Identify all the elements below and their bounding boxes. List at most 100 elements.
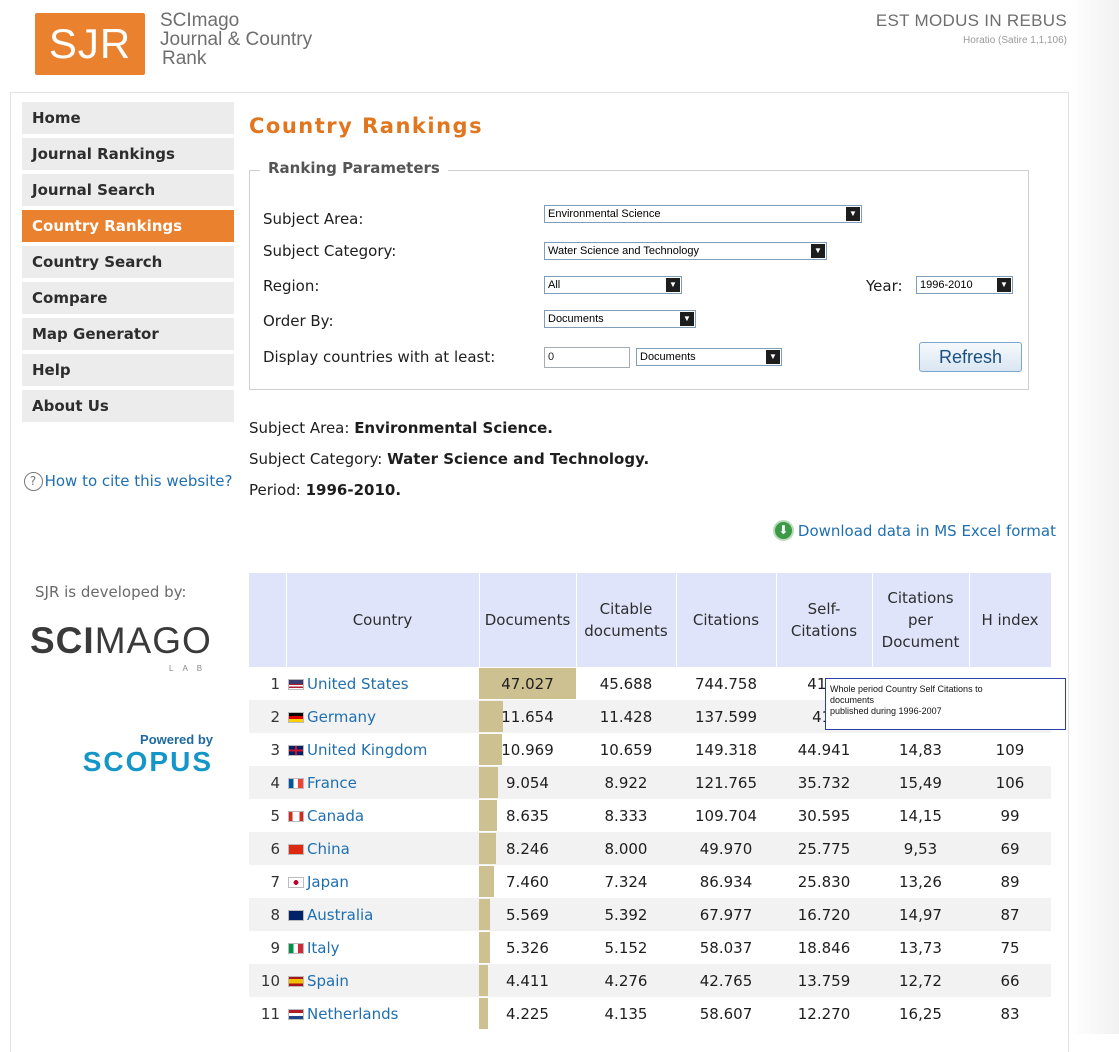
region-select[interactable]: All ▼ — [544, 276, 682, 294]
country-cell: United States — [286, 667, 479, 700]
column-header-h-index[interactable]: H index — [969, 573, 1052, 667]
scopus-logo[interactable]: Powered by SCOPUS — [30, 733, 213, 777]
country-link[interactable]: Australia — [307, 906, 373, 924]
flag-icon — [288, 1008, 304, 1020]
documents-cell: 8.246 — [479, 832, 576, 865]
country-link[interactable]: China — [307, 840, 350, 858]
citations-per-document-cell: 14,97 — [872, 898, 969, 931]
display-unit-select[interactable]: Documents ▼ — [636, 348, 782, 366]
self-citations-cell: 25.830 — [776, 865, 872, 898]
documents-cell: 9.054 — [479, 766, 576, 799]
refresh-button[interactable]: Refresh — [919, 342, 1022, 372]
rank-cell: 2 — [249, 700, 286, 733]
display-countries-label: Display countries with at least: — [263, 348, 496, 366]
nav-home[interactable]: Home — [22, 102, 234, 134]
header: SJR SCImago Journal & Country Rank EST M… — [0, 0, 1119, 88]
logo-wordmark: SCImago Journal & Country Rank — [160, 11, 312, 68]
subject-area-select[interactable]: Environmental Science ▼ — [544, 205, 862, 223]
country-link[interactable]: Netherlands — [307, 1005, 398, 1023]
table-row: 9 Italy 5.326 5.152 58.037 18.846 13,73 75 — [249, 931, 1051, 964]
region-label: Region: — [263, 277, 320, 295]
scimago-logo-rest: MAGO — [94, 620, 212, 661]
tooltip-line-1: Whole period Country Self Citations to — [830, 684, 983, 694]
nav-map-generator[interactable]: Map Generator — [22, 318, 234, 350]
citations-per-document-cell: 15,49 — [872, 766, 969, 799]
subject-category-label: Subject Category: — [263, 242, 397, 260]
subject-area-select-value: Environmental Science — [548, 208, 661, 220]
cite-link[interactable]: How to cite this website? — [45, 472, 233, 490]
country-link[interactable]: Spain — [307, 972, 349, 990]
country-cell: Spain — [286, 964, 479, 997]
nav-about-us[interactable]: About Us — [22, 390, 234, 422]
column-header-citations-per-document[interactable]: Citations per Document — [872, 573, 970, 667]
column-header-citable-documents[interactable]: Citable documents — [576, 573, 677, 667]
citable-documents-cell: 5.152 — [576, 931, 676, 964]
country-link[interactable]: Japan — [307, 873, 349, 891]
country-cell: Canada — [286, 799, 479, 832]
rank-cell: 4 — [249, 766, 286, 799]
order-by-select[interactable]: Documents ▼ — [544, 310, 696, 328]
citations-cell: 86.934 — [676, 865, 776, 898]
citations-cell: 121.765 — [676, 766, 776, 799]
documents-bar — [479, 866, 495, 897]
download-excel[interactable]: ⬇ Download data in MS Excel format — [772, 520, 1056, 541]
flag-icon — [288, 711, 304, 723]
citations-cell: 58.037 — [676, 931, 776, 964]
documents-cell: 5.569 — [479, 898, 576, 931]
nav-journal-rankings[interactable]: Journal Rankings — [22, 138, 234, 170]
scimago-logo-lab: LAB — [169, 664, 212, 673]
scimago-lab-logo[interactable]: SCIMAGO LAB — [30, 620, 225, 673]
documents-value: 5.326 — [506, 938, 549, 957]
column-header-rank — [249, 573, 287, 667]
documents-bar — [479, 998, 488, 1029]
country-link[interactable]: Germany — [307, 708, 376, 726]
documents-value: 5.569 — [506, 905, 549, 924]
display-min-input[interactable]: 0 — [544, 347, 630, 368]
rank-cell: 8 — [249, 898, 286, 931]
nav-journal-search[interactable]: Journal Search — [22, 174, 234, 206]
country-link[interactable]: Canada — [307, 807, 364, 825]
documents-value: 9.054 — [506, 773, 549, 792]
documents-bar — [479, 899, 491, 930]
logo-line-2: Journal & Country — [160, 29, 313, 50]
chevron-down-icon: ▼ — [846, 207, 860, 221]
chevron-down-icon: ▼ — [680, 312, 694, 326]
documents-value: 8.635 — [506, 806, 549, 825]
citations-cell: 67.977 — [676, 898, 776, 931]
logo-line-1: SCImago — [160, 10, 240, 31]
citations-per-document-cell: 12,72 — [872, 964, 969, 997]
country-link[interactable]: United Kingdom — [307, 741, 427, 759]
column-header-country[interactable]: Country — [286, 573, 480, 667]
country-link[interactable]: France — [307, 774, 357, 792]
subject-category-select[interactable]: Water Science and Technology ▼ — [544, 242, 827, 260]
nav-country-rankings[interactable]: Country Rankings — [22, 210, 234, 242]
question-circle-icon: ? — [23, 472, 43, 491]
rank-cell: 3 — [249, 733, 286, 766]
h-index-cell: 75 — [969, 931, 1051, 964]
year-select[interactable]: 1996-2010 ▼ — [916, 276, 1013, 294]
sidebar-nav: Home Journal Rankings Journal Search Cou… — [22, 102, 234, 426]
column-header-citations[interactable]: Citations — [676, 573, 777, 667]
column-header-documents[interactable]: Documents — [479, 573, 577, 667]
h-index-cell: 99 — [969, 799, 1051, 832]
documents-value: 7.460 — [506, 872, 549, 891]
download-excel-link[interactable]: Download data in MS Excel format — [798, 522, 1056, 540]
flag-icon — [288, 909, 304, 921]
sjr-logo[interactable]: SJR — [35, 13, 145, 75]
nav-compare[interactable]: Compare — [22, 282, 234, 314]
column-header-self-citations[interactable]: Self-Citations — [776, 573, 873, 667]
citations-per-document-cell: 16,25 — [872, 997, 969, 1030]
nav-country-search[interactable]: Country Search — [22, 246, 234, 278]
country-link[interactable]: Italy — [307, 939, 340, 957]
documents-bar — [479, 800, 497, 831]
country-link[interactable]: United States — [307, 675, 409, 693]
nav-help[interactable]: Help — [22, 354, 234, 386]
citations-cell: 49.970 — [676, 832, 776, 865]
documents-value: 8.246 — [506, 839, 549, 858]
order-by-select-value: Documents — [548, 313, 604, 325]
flag-icon — [288, 876, 304, 888]
flag-icon — [288, 843, 304, 855]
rank-cell: 6 — [249, 832, 286, 865]
citations-per-document-cell: 9,53 — [872, 832, 969, 865]
citable-documents-cell: 8.922 — [576, 766, 676, 799]
